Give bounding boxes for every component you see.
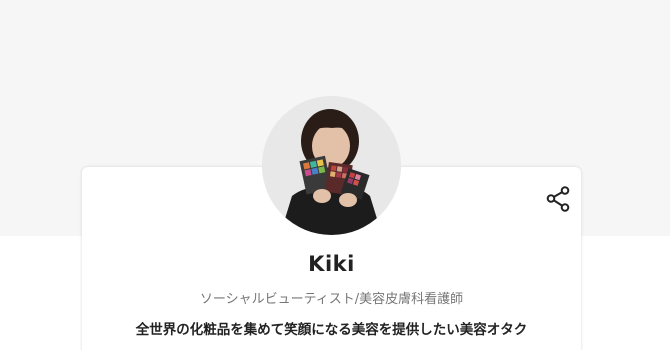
avatar-photo [262, 96, 401, 235]
avatar[interactable] [262, 96, 401, 235]
share-button[interactable] [544, 185, 572, 213]
profile-page: Kiki ソーシャルビューティスト/美容皮膚科看護師 全世界の化粧品を集めて笑顔… [0, 0, 670, 350]
profile-role: ソーシャルビューティスト/美容皮膚科看護師 [199, 292, 464, 307]
profile-name: Kiki [308, 252, 355, 276]
share-icon [546, 186, 570, 212]
profile-bio: 全世界の化粧品を集めて笑顔になる美容を提供したい美容オタク [135, 322, 528, 338]
